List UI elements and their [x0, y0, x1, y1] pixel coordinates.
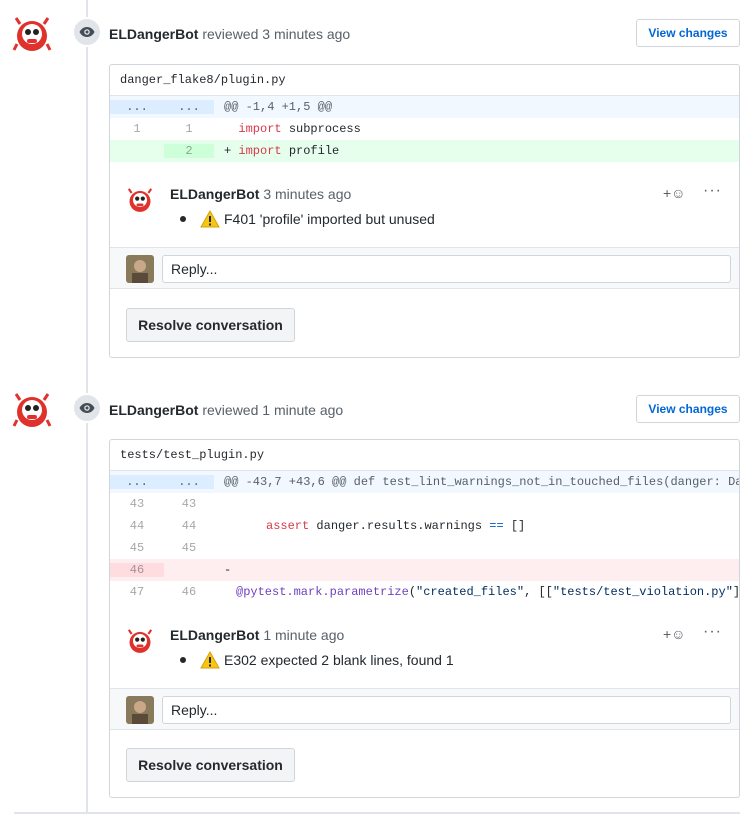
line-number-left[interactable]: 44	[110, 519, 164, 533]
comment-time[interactable]: 1 minute ago	[263, 627, 344, 643]
reply-input[interactable]	[162, 696, 731, 724]
hunk-header: @@ -1,4 +1,5 @@	[224, 100, 333, 114]
code-line: @pytest.mark.parametrize("created_files"…	[236, 585, 739, 599]
bot-avatar[interactable]	[126, 625, 154, 657]
review-action: reviewed	[202, 402, 259, 418]
comment-text: E302 expected 2 blank lines, found 1	[224, 652, 454, 668]
reply-row	[110, 688, 739, 730]
view-changes-button[interactable]: View changes	[636, 395, 740, 423]
line-number-right[interactable]: 44	[164, 519, 214, 533]
expand-button-right[interactable]: ...	[164, 475, 214, 489]
line-number-left[interactable]: 47	[110, 585, 164, 599]
warning-icon	[200, 651, 220, 669]
user-avatar[interactable]	[126, 696, 154, 724]
resolve-conversation-button[interactable]: Resolve conversation	[126, 748, 295, 782]
review-item: ELDangerBot reviewed 3 minutes ago View …	[0, 0, 753, 370]
comment-header: ELDangerBot 3 minutes ago	[170, 186, 351, 202]
line-number-right[interactable]: 43	[164, 497, 214, 511]
diff-line: 44 44 assert danger.results.warnings == …	[110, 515, 739, 537]
code-line: + import profile	[224, 144, 340, 158]
line-number-left[interactable]: 43	[110, 497, 164, 511]
line-number-left[interactable]: 46	[110, 563, 164, 577]
review-time[interactable]: 3 minutes ago	[262, 26, 350, 42]
timeline-end-divider	[14, 812, 740, 814]
deleted-marker: -	[224, 563, 232, 577]
review-author[interactable]: ELDangerBot	[109, 26, 198, 42]
diff-line: 1 1 import subprocess	[110, 118, 739, 140]
comment-text: F401 'profile' imported but unused	[224, 211, 435, 227]
bot-avatar[interactable]	[12, 14, 52, 54]
bot-avatar[interactable]	[126, 184, 154, 216]
diff-line: 47 46 @pytest.mark.parametrize("created_…	[110, 581, 739, 603]
review-header: ELDangerBot reviewed 1 minute ago	[109, 402, 343, 418]
diff-line-added: 2 + import profile	[110, 140, 739, 162]
bullet	[180, 216, 186, 222]
bullet	[180, 657, 186, 663]
review-thread-card: tests/test_plugin.py ... ... @@ -43,7 +4…	[109, 439, 740, 798]
kebab-horizontal-icon[interactable]: ···	[703, 623, 722, 641]
smiley-icon[interactable]: +☺	[663, 185, 685, 201]
warning-icon	[200, 210, 220, 228]
smiley-icon[interactable]: +☺	[663, 626, 685, 642]
line-number-left[interactable]: 1	[110, 122, 164, 136]
reply-input[interactable]	[162, 255, 731, 283]
diff-line: 43 43	[110, 493, 739, 515]
diff-line-deleted: 46 -	[110, 559, 739, 581]
line-number-left[interactable]: 45	[110, 541, 164, 555]
resolve-conversation-button[interactable]: Resolve conversation	[126, 308, 295, 342]
review-item: ELDangerBot reviewed 1 minute ago View c…	[0, 376, 753, 812]
comment-body: F401 'profile' imported but unused	[180, 210, 435, 228]
review-author[interactable]: ELDangerBot	[109, 402, 198, 418]
review-action: reviewed	[202, 26, 259, 42]
line-number-right[interactable]: 45	[164, 541, 214, 555]
review-time[interactable]: 1 minute ago	[262, 402, 343, 418]
eye-icon	[72, 393, 102, 423]
hunk-header-row: ... ... @@ -1,4 +1,5 @@	[110, 96, 739, 118]
bot-avatar[interactable]	[12, 390, 52, 430]
review-comment: ELDangerBot 3 minutes ago +☺ ··· F401 'p…	[110, 172, 739, 240]
line-number-right[interactable]: 46	[164, 585, 214, 599]
hunk-header: @@ -43,7 +43,6 @@ def test_lint_warnings…	[224, 475, 739, 489]
kebab-horizontal-icon[interactable]: ···	[703, 182, 722, 200]
review-header: ELDangerBot reviewed 3 minutes ago	[109, 26, 350, 42]
line-number-right[interactable]: 2	[164, 144, 214, 158]
comment-header: ELDangerBot 1 minute ago	[170, 627, 344, 643]
eye-icon	[72, 17, 102, 47]
code-line: import subprocess	[238, 122, 361, 136]
file-path[interactable]: danger_flake8/plugin.py	[110, 65, 739, 96]
code-line: assert danger.results.warnings == []	[266, 519, 526, 533]
comment-time[interactable]: 3 minutes ago	[263, 186, 351, 202]
file-path[interactable]: tests/test_plugin.py	[110, 440, 739, 471]
expand-button-right[interactable]: ...	[164, 100, 214, 114]
comment-author[interactable]: ELDangerBot	[170, 627, 259, 643]
hunk-header-row: ... ... @@ -43,7 +43,6 @@ def test_lint_…	[110, 471, 739, 493]
added-marker: +	[224, 144, 232, 158]
line-number-right[interactable]: 1	[164, 122, 214, 136]
review-thread-card: danger_flake8/plugin.py ... ... @@ -1,4 …	[109, 64, 740, 358]
review-comment: ELDangerBot 1 minute ago +☺ ··· E302 exp…	[110, 613, 739, 681]
expand-button-left[interactable]: ...	[110, 475, 164, 489]
comment-author[interactable]: ELDangerBot	[170, 186, 259, 202]
comment-body: E302 expected 2 blank lines, found 1	[180, 651, 454, 669]
diff-line: 45 45	[110, 537, 739, 559]
view-changes-button[interactable]: View changes	[636, 19, 740, 47]
expand-button-left[interactable]: ...	[110, 100, 164, 114]
reply-row	[110, 247, 739, 289]
user-avatar[interactable]	[126, 255, 154, 283]
